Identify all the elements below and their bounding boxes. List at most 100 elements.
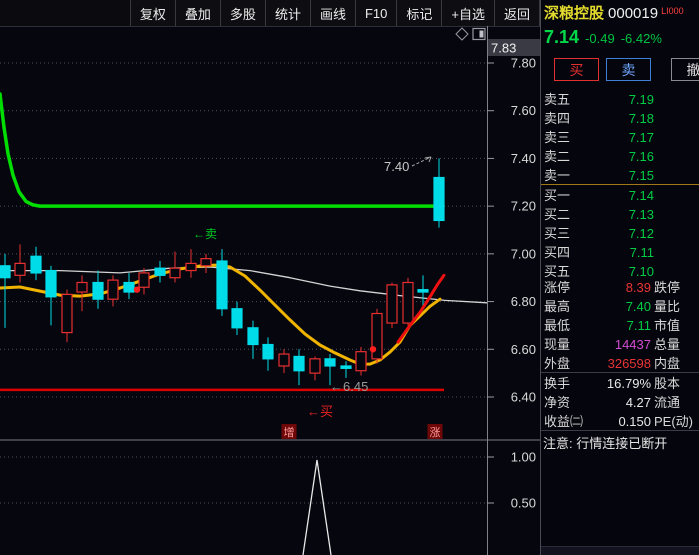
axis-tick-label: 1.00 [511,450,536,465]
axis-tick-label: 6.60 [511,342,536,357]
stock-name: 深粮控股 [544,5,605,22]
stat-row: 现量 14437 总量 [541,335,699,354]
level-price[interactable]: 7.15 [541,166,654,185]
level-price[interactable]: 7.19 [541,90,654,109]
ask-row[interactable]: 卖一 7.15 [541,166,699,185]
chart-tool-icons [455,27,486,41]
stat-value: 8.39 [625,280,651,295]
axis-tick-label: 7.80 [511,56,536,71]
stock-tag: LI000 [661,6,684,16]
chart-canvas: ←卖 7.40 ←6.45 ←买增 涨 7.80 7.60 7.40 7.20 7.00 6.80 6… [0,26,540,555]
level-price[interactable]: 7.18 [541,109,654,128]
stat-label-2: 总量 [654,337,681,352]
diamond-icon[interactable] [455,27,469,41]
stock-header: 深粮控股 000019 LI000 [544,2,684,23]
marker-涨: 涨 [430,426,441,439]
price-change-pct: -6.42% [620,31,662,46]
annotation-buy-signal: ←买 [307,404,333,419]
stat-label-2: 股本 [654,376,681,391]
stat-value: 7.11 [626,318,651,333]
orderbook-divider [541,184,699,185]
stat-value: 4.27 [625,395,651,410]
candles [0,158,445,386]
stat-value: 16.79% [606,376,651,391]
toolbar-button-7[interactable]: +自选 [441,0,494,26]
level-price[interactable]: 7.14 [541,186,654,205]
stock-code: 000019 [608,5,659,22]
stats-block-1: 涨停 8.39 跌停 最高 7.40 量比 最低 7.11 市值 现量 14437 总量 外盘 32659… [541,278,699,373]
buy-button[interactable]: 买 [554,58,599,81]
axis-tick-label: 6.80 [511,294,536,309]
axis-tick-label: 7.40 [511,151,536,166]
ask-row[interactable]: 卖五 7.19 [541,90,699,109]
axis-tick-label: 7.20 [511,199,536,214]
connection-notice: 注意: 行情连接已断开 [543,436,668,451]
toolbar-button-8[interactable]: 返回 [493,0,540,26]
gridlines [0,62,487,504]
cursor-price-label: 7.83 [491,41,516,56]
toolbar-button-2[interactable]: 多股 [219,0,265,26]
annotation-low-label: ←6.45 [330,379,368,394]
annotation-high-label: 7.40 [384,159,409,174]
stat-value: 0.150 [618,414,651,429]
annotation-sell-signal: ←卖 [193,227,217,241]
toolbar-button-1[interactable]: 叠加 [174,0,220,26]
level-price[interactable]: 7.17 [541,128,654,147]
toolbar-button-5[interactable]: F10 [354,0,397,26]
cancel-order-button[interactable]: 撤 [671,58,699,81]
candlestick-chart[interactable]: ←卖 7.40 ←6.45 ←买增 涨 7.80 7.60 7.40 7.20 7.00 6.80 6… [0,26,540,555]
stat-value: 326598 [607,356,651,371]
bid-levels: 买一 7.14 买二 7.13 买三 7.12 买四 7.11 买五 7.10 [541,186,699,281]
bid-row[interactable]: 买二 7.13 [541,205,699,224]
stat-label-2: 量比 [654,299,681,314]
level-price[interactable]: 7.12 [541,224,654,243]
stat-label-2: 内盘 [654,356,681,371]
price-axis: 7.80 7.60 7.40 7.20 7.00 6.80 6.60 6.40 1.00 0.50… [487,26,540,555]
trading-app: 复权 叠加 多股 统计 画线 F10 标记 +自选 返回 ←卖 7.40 ←6.45 ←买增 涨 7.80… [0,0,699,555]
stat-value: 7.40 [625,299,651,314]
stat-row: 最低 7.11 市值 [541,316,699,335]
divider [541,430,699,431]
sell-button[interactable]: 卖 [606,58,651,81]
top-toolbar: 复权 叠加 多股 统计 画线 F10 标记 +自选 返回 [0,0,540,27]
price-row: 7.14 -0.49 -6.42% [544,27,662,48]
stat-label-2: 跌停 [654,280,681,295]
ask-row[interactable]: 卖二 7.16 [541,147,699,166]
trade-buttons: 买 卖 撤 [541,58,699,84]
marker-增: 增 [284,425,295,439]
axis-tick-label: 7.00 [511,246,536,261]
last-price: 7.14 [544,27,580,47]
bid-row[interactable]: 买三 7.12 [541,224,699,243]
stat-row: 收益㈡ 0.150 PE(动) [541,412,699,431]
stat-row: 换手 16.79% 股本 [541,374,699,393]
stat-row: 涨停 8.39 跌停 [541,278,699,297]
ask-row[interactable]: 卖四 7.18 [541,109,699,128]
ma-line-white [0,266,488,304]
divider [541,372,699,373]
stats-block-2: 换手 16.79% 股本 净资 4.27 流通 收益㈡ 0.150 PE(动) [541,374,699,431]
ask-levels: 卖五 7.19 卖四 7.18 卖三 7.17 卖二 7.16 卖一 7.15 [541,90,699,185]
axis-tick-label: 6.40 [511,389,536,404]
bid-row[interactable]: 买四 7.11 [541,243,699,262]
toolbar-button-3[interactable]: 统计 [264,0,310,26]
stat-label-2: 市值 [654,318,681,333]
axis-tick-label: 0.50 [511,496,536,511]
stat-row: 最高 7.40 量比 [541,297,699,316]
price-change: -0.49 [585,31,615,46]
stat-row: 净资 4.27 流通 [541,393,699,412]
toolbar-button-4[interactable]: 画线 [309,0,355,26]
stat-label-2: 流通 [654,395,681,410]
toolbar-button-0[interactable]: 复权 [129,0,175,26]
level-price[interactable]: 7.16 [541,147,654,166]
level-price[interactable]: 7.11 [541,243,654,262]
bid-row[interactable]: 买一 7.14 [541,186,699,205]
ask-row[interactable]: 卖三 7.17 [541,128,699,147]
stat-row: 外盘 326598 内盘 [541,354,699,373]
stat-value: 14437 [614,337,651,352]
level-price[interactable]: 7.13 [541,205,654,224]
toolbar-button-6[interactable]: 标记 [396,0,442,26]
axis-tick-label: 7.60 [511,103,536,118]
panel-bottom-strip [541,546,699,555]
quote-panel: 深粮控股000019LI000 7.14 -0.49 -6.42% 买 卖 撤 卖五… [540,0,699,555]
stat-label-2: PE(动) [654,414,694,429]
